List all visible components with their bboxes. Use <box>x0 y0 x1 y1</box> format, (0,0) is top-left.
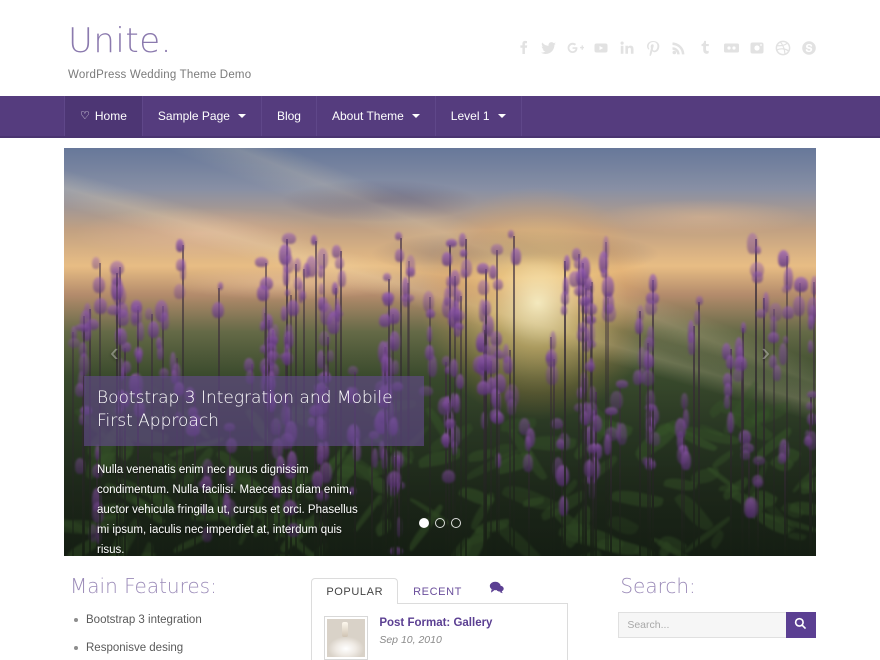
site-header: Unite. WordPress Wedding Theme Demo <box>0 0 880 96</box>
chevron-down-icon <box>411 114 420 118</box>
list-item: Bootstrap 3 integration <box>73 612 291 629</box>
list-item[interactable]: Post Format: Gallery Sep 10, 2010 <box>324 616 555 660</box>
content-columns: Main Features: Bootstrap 3 integration R… <box>64 574 816 660</box>
search-form <box>618 612 816 638</box>
twitter-icon[interactable] <box>540 38 558 58</box>
nav-item-home[interactable]: ♡ Home <box>64 96 143 136</box>
tab-popular[interactable]: POPULAR <box>311 578 399 604</box>
hero-slider[interactable]: Bootstrap 3 Integration and Mobile First… <box>64 148 816 556</box>
site-tagline: WordPress Wedding Theme Demo <box>68 69 252 81</box>
features-column: Main Features: Bootstrap 3 integration R… <box>64 574 311 660</box>
main-navigation: ♡ Home Sample Page Blog About Theme Leve… <box>0 96 880 138</box>
nav-item-label: Level 1 <box>450 109 490 123</box>
linkedin-icon[interactable] <box>618 38 636 58</box>
slider-prev-arrow[interactable]: ‹ <box>110 339 119 365</box>
youtube-icon[interactable] <box>592 38 610 58</box>
brand[interactable]: Unite. WordPress Wedding Theme Demo <box>68 22 251 81</box>
comments-icon[interactable] <box>477 575 516 603</box>
nav-item-level-1[interactable]: Level 1 <box>436 96 522 136</box>
search-input[interactable] <box>618 612 786 638</box>
rss-icon[interactable] <box>670 38 688 58</box>
search-heading: Search: <box>620 574 696 598</box>
flickr-icon[interactable] <box>722 38 740 58</box>
slider-dot-2[interactable] <box>435 518 445 528</box>
post-thumbnail[interactable] <box>324 616 369 660</box>
google-plus-icon[interactable] <box>566 38 584 58</box>
slide-description: Nulla venenatis enim nec purus dignissim… <box>97 464 358 556</box>
post-title-link[interactable]: Post Format: Gallery <box>379 617 492 629</box>
nav-item-label: Sample Page <box>157 109 230 123</box>
slider-next-arrow[interactable]: › <box>761 339 770 365</box>
nav-item-label: About Theme <box>331 109 404 123</box>
facebook-icon[interactable] <box>514 38 532 58</box>
chevron-down-icon <box>237 114 246 118</box>
heart-icon: ♡ <box>80 109 90 122</box>
posts-tabs-column: POPULAR RECENT Post Format: Gallery Sep … <box>311 574 569 660</box>
search-column: Search: <box>568 574 816 660</box>
nav-item-sample-page[interactable]: Sample Page <box>143 96 262 136</box>
tab-recent[interactable]: RECENT <box>398 578 477 604</box>
tabs-header: POPULAR RECENT <box>311 574 569 604</box>
features-list: Bootstrap 3 integration Responisve desin… <box>64 612 291 660</box>
post-date: Sep 10, 2010 <box>379 634 442 646</box>
slider-indicators <box>419 518 461 528</box>
slider-dot-3[interactable] <box>451 518 461 528</box>
instagram-icon[interactable] <box>748 38 766 58</box>
slider-dot-1[interactable] <box>419 518 429 528</box>
tabs-content: Post Format: Gallery Sep 10, 2010 <box>311 604 569 660</box>
thumbnail-image <box>327 619 366 657</box>
tumblr-icon[interactable] <box>696 38 714 58</box>
social-links <box>514 38 818 58</box>
slide-title: Bootstrap 3 Integration and Mobile First… <box>84 376 424 446</box>
skype-icon[interactable] <box>800 38 818 58</box>
slide-caption: Bootstrap 3 Integration and Mobile First… <box>84 376 424 556</box>
search-button[interactable] <box>785 612 816 638</box>
site-title[interactable]: Unite. <box>68 22 251 60</box>
search-icon <box>794 617 807 633</box>
nav-item-label: Home <box>94 109 127 123</box>
list-item: Responisve desing <box>73 640 291 657</box>
chevron-down-icon <box>497 114 506 118</box>
nav-item-blog[interactable]: Blog <box>262 96 317 136</box>
dribbble-icon[interactable] <box>774 38 792 58</box>
tabs-widget: POPULAR RECENT Post Format: Gallery Sep … <box>311 574 569 660</box>
pinterest-icon[interactable] <box>644 38 662 58</box>
nav-item-about-theme[interactable]: About Theme <box>317 96 436 136</box>
post-meta: Post Format: Gallery Sep 10, 2010 <box>379 616 492 660</box>
features-heading: Main Features: <box>70 574 217 598</box>
nav-item-label: Blog <box>276 109 301 123</box>
